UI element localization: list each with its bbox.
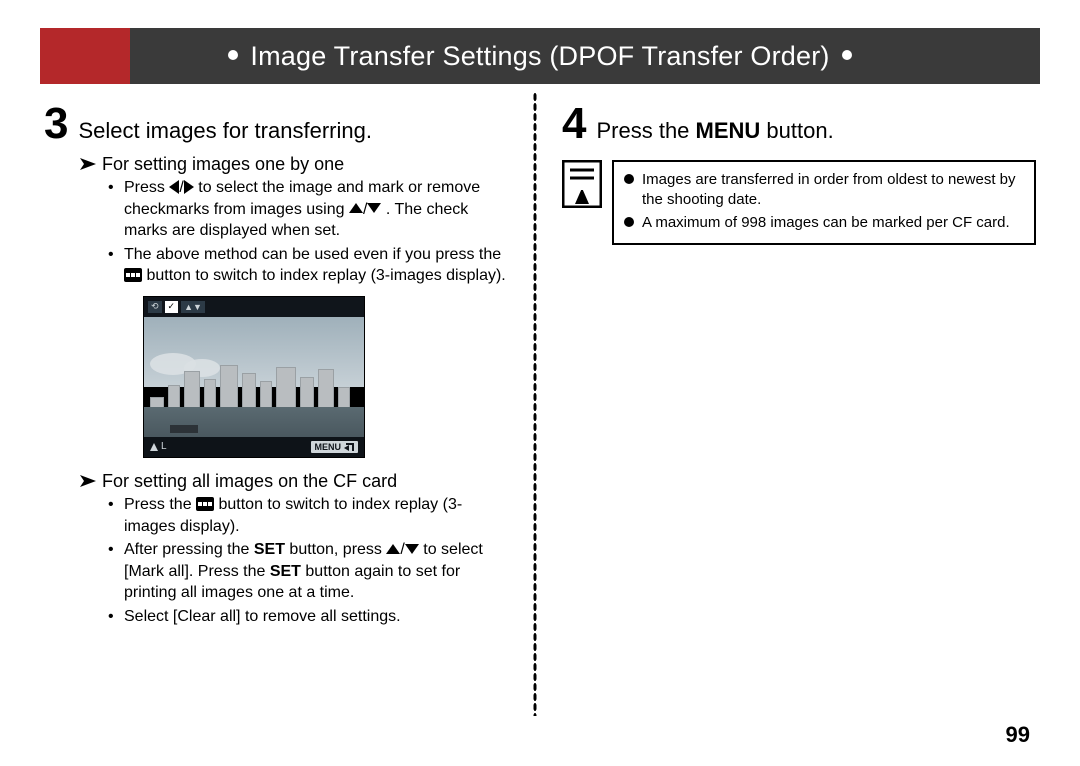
step-3: 3 Select images for transferring. xyxy=(44,102,512,146)
step-number: 4 xyxy=(562,102,586,146)
lcd-preview: ⟲ ✓ ▲▼ xyxy=(144,297,364,457)
note-block: Images are transferred in order from old… xyxy=(562,160,1036,245)
subheading-text: For setting images one by one xyxy=(102,154,344,175)
step-title: Press the MENU button. xyxy=(596,117,833,146)
bullet-icon xyxy=(624,174,634,184)
note-box: Images are transferred in order from old… xyxy=(612,160,1036,245)
bullet-icon xyxy=(842,50,852,60)
down-arrow-icon xyxy=(405,544,419,554)
bullet-icon xyxy=(624,217,634,227)
lcd-transfer-icon: ⟲ xyxy=(148,301,162,313)
column-right: 4 Press the MENU button. xyxy=(540,92,1040,716)
list-item: The above method can be used even if you… xyxy=(108,244,512,287)
subheading-all-images: For setting all images on the CF card xyxy=(80,471,512,492)
down-arrow-icon xyxy=(367,203,381,213)
lcd-bottom-bar: L MENU xyxy=(144,437,364,457)
column-divider xyxy=(530,92,540,716)
return-arrow-icon xyxy=(344,443,354,451)
bullet-icon xyxy=(228,50,238,60)
list-item: Select [Clear all] to remove all setting… xyxy=(108,606,512,628)
lcd-top-bar: ⟲ ✓ ▲▼ xyxy=(144,297,364,317)
index-grid-icon xyxy=(196,497,214,511)
step-title: Select images for transferring. xyxy=(78,117,371,146)
page: Image Transfer Settings (DPOF Transfer O… xyxy=(0,0,1080,766)
page-title: Image Transfer Settings (DPOF Transfer O… xyxy=(40,28,1040,84)
up-arrow-icon xyxy=(386,544,400,554)
note-item: A maximum of 998 images can be marked pe… xyxy=(624,213,1024,233)
index-grid-icon xyxy=(124,268,142,282)
right-arrow-icon xyxy=(184,180,194,194)
arrowhead-icon xyxy=(80,475,96,487)
memo-icon xyxy=(562,160,602,208)
note-item: Images are transferred in order from old… xyxy=(624,170,1024,211)
quality-icon xyxy=(150,443,158,451)
step-number: 3 xyxy=(44,102,68,146)
lcd-menu-button: MENU xyxy=(311,441,359,453)
list-item: Press / to select the image and mark or … xyxy=(108,177,512,242)
subheading-one-by-one: For setting images one by one xyxy=(80,154,512,175)
lcd-boat xyxy=(170,425,198,433)
lcd-check-badge: ✓ xyxy=(165,301,179,313)
content-columns: 3 Select images for transferring. For se… xyxy=(40,92,1040,716)
section-accent xyxy=(40,28,130,84)
title-text: Image Transfer Settings (DPOF Transfer O… xyxy=(250,41,829,72)
dotted-line xyxy=(533,92,537,716)
bullet-list-b: Press the button to switch to index repl… xyxy=(108,494,512,628)
left-arrow-icon xyxy=(169,180,179,194)
arrowhead-icon xyxy=(80,158,96,170)
step-4: 4 Press the MENU button. xyxy=(562,102,1036,146)
subheading-text: For setting all images on the CF card xyxy=(102,471,397,492)
list-item: Press the button to switch to index repl… xyxy=(108,494,512,537)
column-left: 3 Select images for transferring. For se… xyxy=(40,92,530,716)
up-arrow-icon xyxy=(349,203,363,213)
page-number: 99 xyxy=(1006,722,1030,748)
lcd-size-indicator: L xyxy=(150,441,167,452)
list-item: After pressing the SET button, press / t… xyxy=(108,539,512,604)
title-bar: Image Transfer Settings (DPOF Transfer O… xyxy=(40,28,1040,84)
lcd-updown-icon: ▲▼ xyxy=(181,301,205,313)
bullet-list-a: Press / to select the image and mark or … xyxy=(108,177,512,287)
